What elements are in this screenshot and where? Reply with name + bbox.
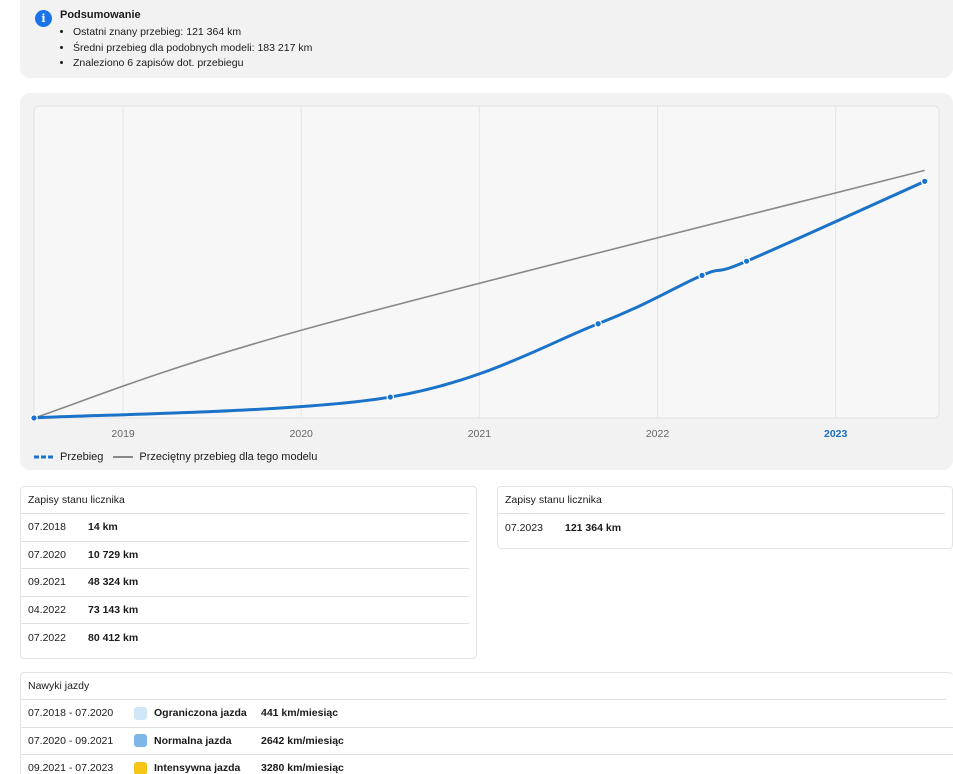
table-title: Zapisy stanu licznika: [498, 487, 945, 514]
record-mileage: 73 143 km: [88, 604, 139, 617]
table-row: 07.2020 - 09.2021 Normalna jazda 2642 km/m…: [21, 728, 953, 755]
legend-label-average: Przeciętny przebieg dla tego modelu: [139, 451, 318, 463]
mileage-chart-panel: 2019 2020 2021 2022 2023 Przebieg Przeciętny…: [20, 93, 953, 470]
summary-list: Ostatni znany przebieg: 121 364 km Średn…: [73, 25, 312, 72]
habit-color-swatch: [134, 706, 147, 720]
odometer-records-table: Zapisy stanu licznika 07.2018 14 km 07.202…: [20, 486, 477, 659]
summary-title: Podsumowanie: [60, 9, 141, 21]
data-point[interactable]: [920, 177, 929, 186]
x-tick-label: 2019: [111, 428, 135, 440]
record-mileage: 80 412 km: [88, 632, 139, 645]
habit-rate: 3280 km/miesiąc: [261, 762, 344, 774]
x-tick-label: 2022: [646, 428, 670, 440]
habit-period: 07.2020 - 09.2021: [28, 734, 114, 747]
table-title: Zapisy stanu licznika: [21, 487, 469, 514]
record-mileage: 10 729 km: [88, 548, 139, 561]
legend-label-mileage: Przebieg: [60, 451, 104, 463]
record-mileage: 48 324 km: [88, 576, 139, 589]
table-row: 07.2018 - 07.2020 Ograniczona jazda 441 km…: [21, 700, 953, 728]
legend-mileage-swatch: [34, 455, 54, 459]
table-row: 07.2022 80 412 km: [21, 624, 469, 652]
table-row: 04.2022 73 143 km: [21, 597, 469, 625]
odometer-records-table: Zapisy stanu licznika 07.2023 121 364 km: [497, 486, 953, 549]
table-row: 07.2018 14 km: [21, 514, 469, 542]
habit-label: Normalna jazda: [154, 734, 232, 747]
habit-color-swatch: [134, 734, 147, 748]
table-row: 07.2023 121 364 km: [498, 514, 945, 542]
habit-period: 07.2018 - 07.2020: [28, 707, 114, 720]
table-title: Nawyki jazdy: [21, 673, 946, 700]
legend-average-swatch: [113, 456, 134, 458]
driving-habits-table: Nawyki jazdy 07.2018 - 07.2020 Ograniczon…: [20, 672, 953, 774]
data-point[interactable]: [386, 393, 395, 401]
table-row: 09.2021 48 324 km: [21, 569, 469, 597]
data-point[interactable]: [742, 257, 751, 265]
table-row: 07.2020 10 729 km: [21, 542, 469, 570]
habit-rate: 2642 km/miesiąc: [261, 734, 344, 747]
summary-item: Znaleziono 6 zapisów dot. przebiegu: [73, 56, 312, 72]
legend-item-average[interactable]: Przeciętny przebieg dla tego modelu: [113, 451, 317, 463]
habit-color-swatch: [134, 761, 147, 774]
record-mileage: 14 km: [88, 521, 118, 534]
data-point[interactable]: [594, 319, 602, 328]
record-date: 07.2020: [28, 548, 66, 561]
chart-legend: Przebieg Przeciętny przebieg dla tego mo…: [34, 451, 327, 463]
data-point[interactable]: [30, 414, 38, 422]
record-date: 07.2022: [28, 632, 66, 645]
record-mileage: 121 364 km: [565, 521, 622, 534]
record-date: 07.2023: [505, 521, 543, 534]
summary-box: i Podsumowanie Ostatni znany przebieg: 1…: [20, 0, 953, 78]
record-date: 04.2022: [28, 604, 66, 617]
mileage-chart: 2019 2020 2021 2022 2023: [30, 105, 940, 440]
record-date: 09.2021: [28, 576, 66, 589]
x-tick-label: 2020: [290, 428, 314, 440]
x-tick-label: 2023: [824, 428, 848, 440]
habit-period: 09.2021 - 07.2023: [28, 762, 114, 774]
record-date: 07.2018: [28, 521, 66, 534]
habit-label: Intensywna jazda: [154, 762, 241, 774]
table-row: 09.2021 - 07.2023 Intensywna jazda 3280 km…: [21, 755, 953, 774]
summary-item: Ostatni znany przebieg: 121 364 km: [73, 25, 312, 41]
x-tick-label: 2021: [468, 428, 492, 440]
info-icon: i: [35, 10, 52, 27]
summary-item: Średni przebieg dla podobnych modeli: 18…: [73, 41, 312, 57]
habit-rate: 441 km/miesiąc: [261, 707, 339, 720]
habit-label: Ograniczona jazda: [154, 707, 247, 720]
legend-item-mileage[interactable]: Przebieg: [34, 451, 103, 463]
data-point[interactable]: [698, 271, 706, 280]
